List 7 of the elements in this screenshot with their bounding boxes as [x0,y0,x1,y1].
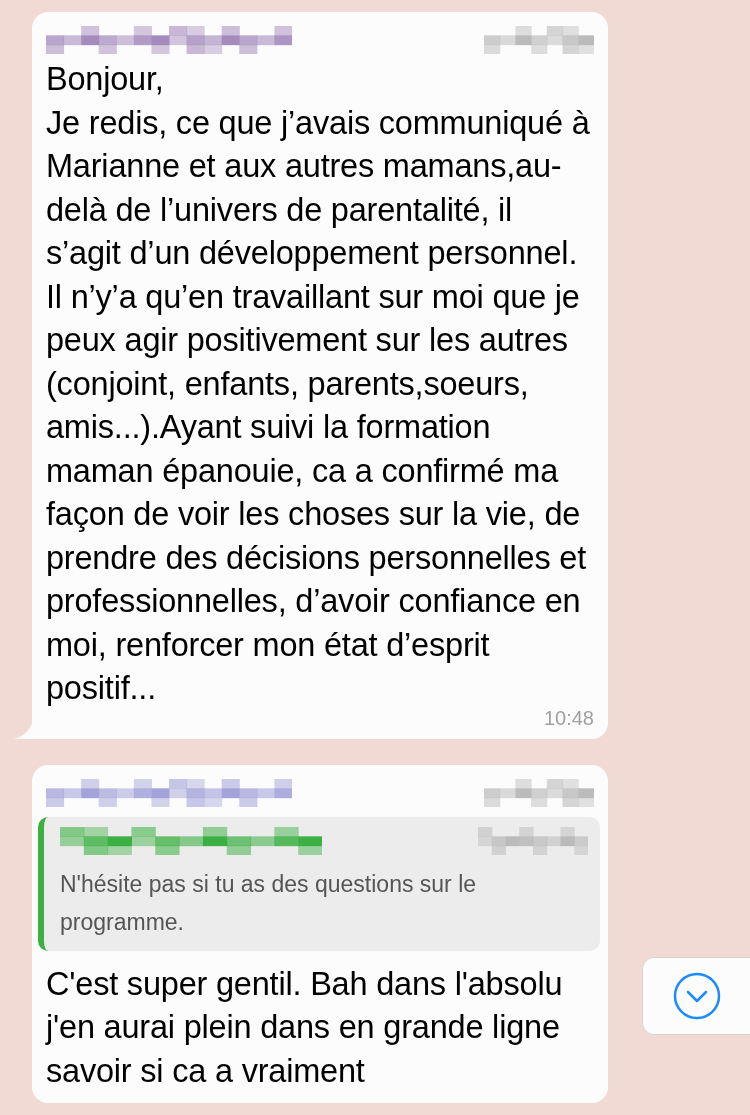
message-text: Bonjour, Je redis, ce que j’avais communiqué à Marianne et aux autres mamans,au-delà de l’univers de parentalité, il s’agit d’un développement personnel. Il n’y’a qu’en travaillant sur moi que je peux agir positivement sur les autres (conjoint, enfants, parents,soeurs, amis...).Ayant suivi la formation maman épanouie, ca a confirmé ma façon de voir les choses sur la vie, de prendre des décisions personnelles et professionnelles, d’avoir confiance en moi, renforcer mon état d’esprit positif... [46,60,591,708]
scroll-down-button[interactable] [642,957,750,1035]
message-text: C'est super gentil. Bah dans l'absolu j'en aurai plein dans en grande ligne savoir si ca a vraiment [46,964,564,1091]
message-time: 10:48 [543,706,594,729]
chevron-down-icon [673,972,721,1020]
quoted-message[interactable]: N'hésite pas si tu as des questions sur le programme. [38,816,600,951]
quoted-text: N'hésite pas si tu as des questions sur le programme. [60,869,478,937]
